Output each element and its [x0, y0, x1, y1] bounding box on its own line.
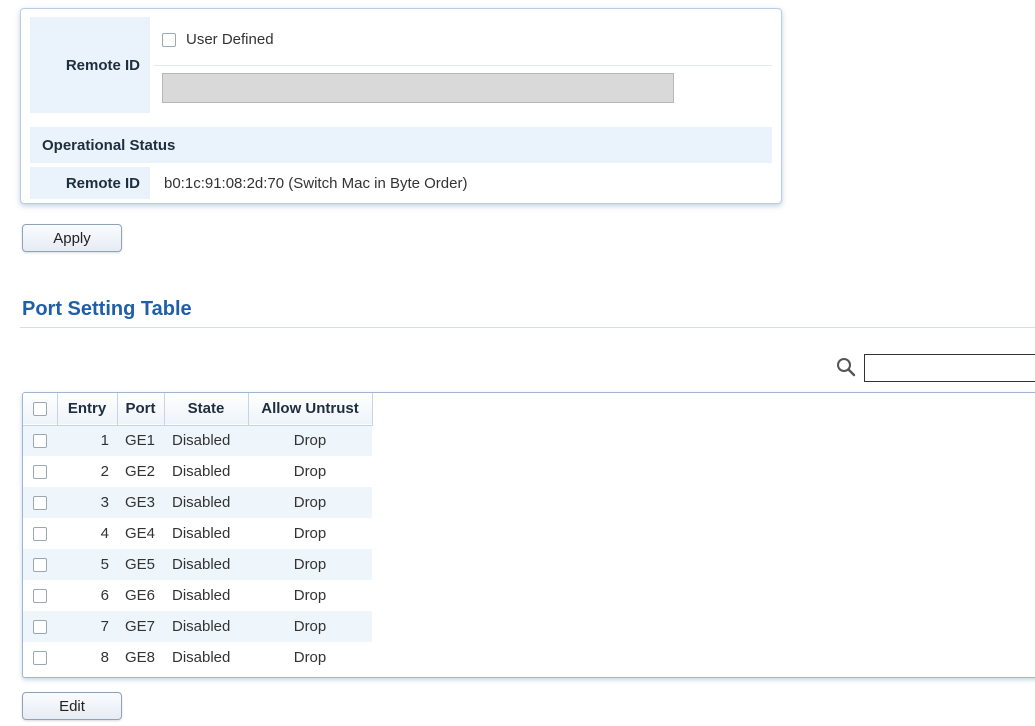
cell-allow-untrust: Drop — [293, 432, 327, 450]
cell-port: GE7 — [125, 618, 156, 635]
row-select-cell[interactable] — [23, 642, 57, 673]
user-defined-checkbox[interactable] — [162, 32, 176, 47]
row-checkbox[interactable] — [33, 496, 47, 511]
cell-allow-untrust: Drop — [293, 556, 327, 573]
row-select-cell[interactable] — [23, 611, 57, 642]
cell-state: Disabled — [172, 432, 231, 450]
cell-state: Disabled — [172, 649, 231, 666]
table-row[interactable]: 7 GE7 Disabled Drop — [23, 611, 372, 642]
cell-port: GE4 — [125, 525, 156, 542]
table-row[interactable]: 3 GE3 Disabled Drop — [23, 487, 372, 518]
cell-entry: 6 — [100, 587, 109, 604]
row-checkbox[interactable] — [33, 465, 47, 480]
row-checkbox[interactable] — [33, 651, 47, 666]
cell-state: Disabled — [172, 618, 231, 635]
cell-entry: 2 — [100, 463, 109, 480]
table-row[interactable]: 8 GE8 Disabled Drop — [23, 642, 372, 673]
cell-allow-untrust: Drop — [293, 525, 327, 542]
section-title-port-setting-table: Port Setting Table — [22, 298, 192, 320]
column-header-port[interactable]: Port — [117, 393, 165, 425]
cell-allow-untrust: Drop — [293, 494, 327, 511]
table-row[interactable]: 6 GE6 Disabled Drop — [23, 580, 372, 611]
cell-state: Disabled — [172, 556, 231, 573]
remote-id-label: Remote ID — [30, 17, 150, 113]
cell-port: GE1 — [125, 432, 156, 450]
column-header-allow-untrust[interactable]: Allow Untrust — [248, 393, 373, 425]
row-checkbox[interactable] — [33, 620, 47, 635]
row-select-cell[interactable] — [23, 487, 57, 518]
cell-state: Disabled — [172, 463, 231, 480]
edit-button[interactable]: Edit — [22, 692, 122, 720]
remote-id-input — [162, 73, 674, 103]
table-header-row: Entry Port State Allow Untrust — [23, 393, 373, 425]
table-row[interactable]: 1 GE1 Disabled Drop — [23, 425, 372, 456]
cell-entry: 1 — [100, 432, 109, 450]
operational-remote-id-value: b0:1c:91:08:2d:70 (Switch Mac in Byte Or… — [164, 174, 468, 192]
row-checkbox[interactable] — [33, 434, 47, 449]
divider — [154, 65, 772, 66]
select-all-header[interactable] — [23, 393, 58, 425]
select-all-checkbox[interactable] — [32, 402, 47, 417]
operational-status-header: Operational Status — [30, 127, 772, 163]
remote-id-value-cell: User Defined — [154, 17, 772, 113]
cell-port: GE2 — [125, 463, 156, 480]
row-checkbox[interactable] — [33, 558, 47, 573]
port-setting-table: Entry Port State Allow Untrust 1 GE1 Dis… — [22, 392, 1035, 678]
row-select-cell[interactable] — [23, 518, 57, 549]
operational-remote-id-row: Remote ID b0:1c:91:08:2d:70 (Switch Mac … — [30, 167, 772, 199]
user-defined-label: User Defined — [186, 31, 274, 48]
row-select-cell[interactable] — [23, 580, 57, 611]
row-select-cell[interactable] — [23, 456, 57, 487]
cell-port: GE5 — [125, 556, 156, 573]
row-checkbox[interactable] — [33, 527, 47, 542]
cell-state: Disabled — [172, 525, 231, 542]
cell-port: GE3 — [125, 494, 156, 511]
search-input[interactable] — [864, 354, 1035, 382]
cell-allow-untrust: Drop — [293, 649, 327, 666]
cell-allow-untrust: Drop — [293, 463, 327, 480]
cell-allow-untrust: Drop — [293, 618, 327, 635]
column-header-entry[interactable]: Entry — [57, 393, 118, 425]
table-row[interactable]: 5 GE5 Disabled Drop — [23, 549, 372, 580]
cell-entry: 8 — [100, 649, 109, 666]
cell-port: GE8 — [125, 649, 156, 666]
column-header-state[interactable]: State — [164, 393, 249, 425]
user-defined-option[interactable]: User Defined — [162, 31, 274, 48]
row-select-cell[interactable] — [23, 425, 57, 456]
remote-id-config-row: Remote ID User Defined — [30, 17, 772, 113]
cell-state: Disabled — [172, 494, 231, 511]
table-row[interactable]: 2 GE2 Disabled Drop — [23, 456, 372, 487]
cell-entry: 5 — [100, 556, 109, 573]
cell-entry: 3 — [100, 494, 109, 511]
search-icon[interactable] — [836, 357, 856, 377]
operational-remote-id-label: Remote ID — [30, 167, 150, 199]
cell-port: GE6 — [125, 587, 156, 604]
table-row[interactable]: 4 GE4 Disabled Drop — [23, 518, 372, 549]
remote-id-settings-panel: Remote ID User Defined Operational Statu… — [20, 8, 782, 204]
apply-button[interactable]: Apply — [22, 224, 122, 252]
section-divider — [20, 327, 1035, 328]
cell-allow-untrust: Drop — [293, 587, 327, 604]
row-select-cell[interactable] — [23, 549, 57, 580]
cell-entry: 4 — [100, 525, 109, 542]
cell-state: Disabled — [172, 587, 231, 604]
row-checkbox[interactable] — [33, 589, 47, 604]
cell-entry: 7 — [100, 618, 109, 635]
